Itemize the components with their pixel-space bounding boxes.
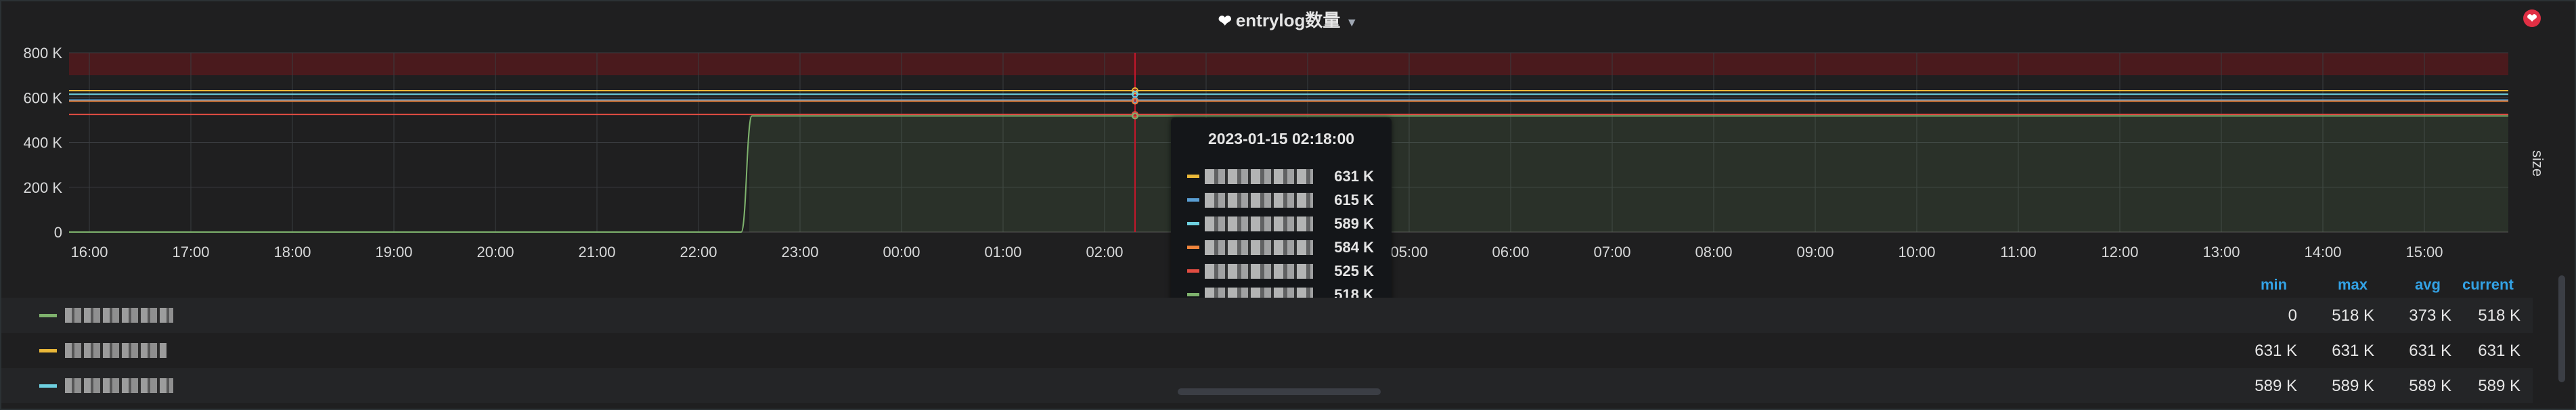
legend-series-swatch[interactable] — [39, 349, 57, 352]
series-name-redacted — [1205, 193, 1313, 208]
series-name-redacted — [1205, 240, 1313, 255]
series-color-swatch — [1187, 246, 1199, 249]
series-color-swatch — [1187, 269, 1199, 273]
x-tick-label: 02:00 — [1086, 244, 1123, 260]
x-tick-label: 21:00 — [578, 244, 615, 260]
x-tick-label: 20:00 — [476, 244, 514, 260]
series-color-swatch — [1187, 175, 1199, 178]
legend-min-value: 589 K — [2255, 377, 2297, 395]
tooltip-value: 589 K — [1334, 215, 1374, 232]
tooltip-value: 584 K — [1334, 239, 1374, 256]
y-tick-label: 0 — [54, 224, 62, 241]
right-axis-label: size — [2529, 150, 2546, 177]
x-tick-label: 23:00 — [781, 244, 818, 260]
legend-scrollbar[interactable] — [2558, 275, 2565, 382]
legend-current-value: 518 K — [2478, 306, 2521, 325]
y-tick-label: 800 K — [24, 45, 63, 62]
series-name-redacted — [1205, 217, 1313, 231]
x-tick-label: 18:00 — [273, 244, 311, 260]
tooltip-value: 525 K — [1334, 263, 1374, 279]
x-tick-label: 10:00 — [1898, 244, 1935, 260]
x-tick-label: 19:00 — [375, 244, 412, 260]
y-tick-label: 200 K — [24, 179, 63, 196]
legend-row[interactable]: 0 518 K 373 K 518 K — [1, 298, 2533, 333]
legend-header-current[interactable]: current — [2462, 276, 2514, 294]
series-name-redacted — [1205, 169, 1313, 184]
tooltip-row: 615 K — [1187, 190, 1381, 210]
legend-series-name-redacted[interactable] — [65, 308, 173, 323]
legend-row[interactable]: 589 K 589 K 589 K 589 K — [1, 368, 2533, 403]
legend-max-value: 589 K — [2332, 377, 2374, 395]
x-tick-label: 06:00 — [1492, 244, 1529, 260]
tooltip-value: 631 K — [1334, 168, 1374, 185]
legend-header-min[interactable]: min — [2261, 276, 2287, 294]
legend-min-value: 631 K — [2255, 342, 2297, 360]
series-area — [749, 116, 2508, 232]
tooltip-row: 525 K — [1187, 261, 1381, 281]
series-color-swatch — [1187, 198, 1199, 202]
tooltip-row: 631 K — [1187, 166, 1381, 187]
x-tick-label: 16:00 — [70, 244, 108, 260]
tooltip: 2023-01-15 02:18:00 631 K 615 K 589 K 584 K… — [1171, 118, 1392, 319]
series-color-swatch — [1187, 222, 1199, 225]
series-color-swatch — [1187, 293, 1199, 296]
x-tick-label: 09:00 — [1796, 244, 1834, 260]
y-tick-label: 600 K — [24, 89, 63, 106]
legend-series-name-redacted[interactable] — [65, 378, 173, 393]
series-name-redacted — [1205, 264, 1313, 279]
legend-series-swatch[interactable] — [39, 314, 57, 317]
x-tick-label: 00:00 — [883, 244, 920, 260]
legend-row[interactable]: 631 K 631 K 631 K 631 K — [1, 333, 2533, 368]
legend-max-value: 518 K — [2332, 306, 2374, 325]
x-tick-label: 08:00 — [1695, 244, 1732, 260]
tooltip-row: 584 K — [1187, 237, 1381, 258]
legend-header-avg[interactable]: avg — [2415, 276, 2441, 294]
legend-header-max[interactable]: max — [2338, 276, 2368, 294]
x-tick-label: 01:00 — [984, 244, 1021, 260]
x-tick-label: 12:00 — [2101, 244, 2138, 260]
legend-avg-value: 589 K — [2409, 377, 2451, 395]
y-axis: 800 K 600 K 400 K 200 K 0 — [24, 45, 63, 241]
graph-panel: ❤ entrylog数量 ▼ ❤ 800 K 600 K 400 K 200 K0 16:… — [0, 0, 2576, 410]
legend-min-value: 0 — [2288, 306, 2297, 325]
x-tick-label: 13:00 — [2202, 244, 2240, 260]
tooltip-row: 589 K — [1187, 214, 1381, 234]
legend-current-value: 589 K — [2478, 377, 2521, 395]
legend-avg-value: 373 K — [2409, 306, 2451, 325]
legend-current-value: 631 K — [2478, 342, 2521, 360]
legend-max-value: 631 K — [2332, 342, 2374, 360]
legend-series-name-redacted[interactable] — [65, 343, 166, 358]
x-tick-label: 22:00 — [680, 244, 717, 260]
tooltip-value: 615 K — [1334, 191, 1374, 208]
y-tick-label: 400 K — [24, 135, 63, 152]
threshold-band — [69, 53, 2508, 76]
tooltip-time: 2023-01-15 02:18:00 — [1207, 130, 1355, 147]
x-tick-label: 15:00 — [2405, 244, 2443, 260]
horizontal-scrollbar[interactable] — [1178, 388, 1381, 395]
x-tick-label: 11:00 — [2000, 244, 2036, 260]
legend-series-swatch[interactable] — [39, 384, 57, 388]
x-tick-label: 14:00 — [2304, 244, 2341, 260]
legend-avg-value: 631 K — [2409, 342, 2451, 360]
x-tick-label: 17:00 — [172, 244, 209, 260]
x-tick-label: 07:00 — [1593, 244, 1630, 260]
x-tick-label: 05:00 — [1390, 244, 1427, 260]
